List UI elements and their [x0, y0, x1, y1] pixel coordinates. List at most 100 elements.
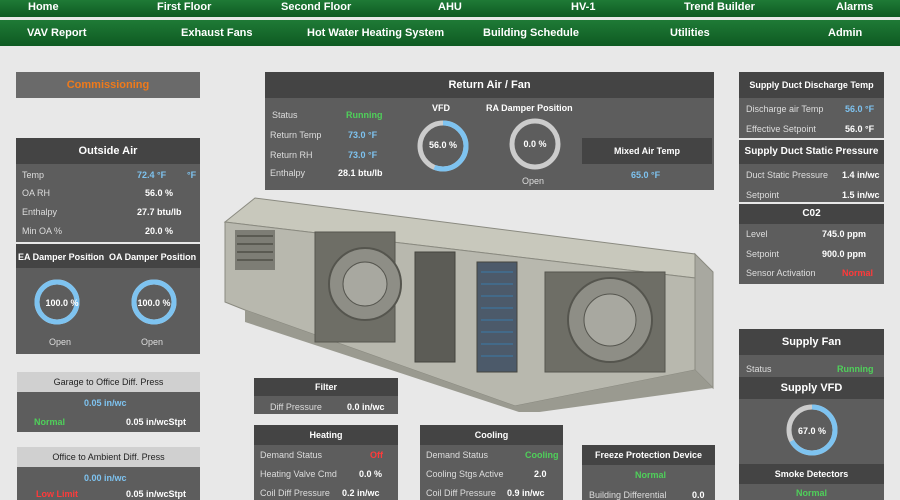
commissioning-button[interactable]: Commissioning: [16, 72, 200, 98]
ambient-title: Office to Ambient Diff. Press: [17, 447, 200, 467]
oa-temp-unit: °F: [187, 170, 197, 180]
outside-air-title: Outside Air: [16, 138, 200, 164]
co2-title: C02: [739, 204, 884, 224]
oa-temp-label: Temp: [22, 170, 45, 180]
garage-status: Normal: [34, 417, 66, 427]
freeze-status: Normal: [635, 470, 667, 480]
ambient-stpt: 0.05 in/wcStpt: [126, 489, 187, 499]
cooling-coil-value: 0.9 in/wc: [507, 488, 545, 498]
mixed-air-value: 65.0 °F: [631, 170, 661, 180]
heating-coil-label: Coil Diff Pressure: [260, 488, 330, 498]
cooling-coil-label: Coil Diff Pressure: [426, 488, 496, 498]
heating-valve-value: 0.0 %: [359, 469, 383, 479]
freeze-diff-label: Building Differential: [589, 490, 667, 500]
ra-status-value: Running: [346, 110, 383, 120]
nav-bar-bottom: VAV Report Exhaust Fans Hot Water Heatin…: [0, 20, 900, 46]
ra-enthalpy-label: Enthalpy: [270, 168, 306, 178]
supply-discharge-title: Supply Duct Discharge Temp: [739, 72, 884, 98]
ra-rh-value: 73.0 °F: [348, 150, 378, 160]
ra-damper-title: RA Damper Position: [486, 103, 573, 113]
return-fan-hub: [342, 261, 388, 307]
supply-vfd-value: 67.0 %: [797, 426, 827, 436]
ea-damper-title: EA Damper Position: [18, 252, 105, 262]
nav-home[interactable]: Home: [28, 0, 59, 14]
freeze-title: Freeze Protection Device: [582, 445, 715, 465]
nav-trend-builder[interactable]: Trend Builder: [684, 0, 755, 14]
vfd-value: 56.0 %: [428, 140, 458, 150]
filter-title: Filter: [254, 378, 398, 396]
ra-damper-state: Open: [522, 176, 545, 186]
nav-utilities[interactable]: Utilities: [670, 20, 710, 46]
nav-first-floor[interactable]: First Floor: [157, 0, 211, 14]
nav-hv1[interactable]: HV-1: [571, 0, 595, 14]
cooling-demand-label: Demand Status: [426, 450, 489, 460]
duct-static-label: Duct Static Pressure: [746, 170, 829, 180]
cooling-title: Cooling: [420, 425, 563, 445]
oa-damper-value: 100.0 %: [137, 298, 171, 308]
garage-stpt: 0.05 in/wcStpt: [126, 417, 187, 427]
co2-setpoint-label: Setpoint: [746, 249, 780, 259]
garage-title: Garage to Office Diff. Press: [17, 372, 200, 392]
nav-vav-report[interactable]: VAV Report: [27, 20, 87, 46]
nav-hot-water[interactable]: Hot Water Heating System: [307, 20, 444, 46]
discharge-temp-label: Discharge air Temp: [746, 104, 824, 114]
ra-temp-label: Return Temp: [270, 130, 322, 140]
ea-damper-value: 100.0 %: [45, 298, 79, 308]
oa-rh-label: OA RH: [22, 188, 51, 198]
co2-level-label: Level: [746, 229, 768, 239]
co2-level-value: 745.0 ppm: [822, 229, 867, 239]
supply-fan-status-label: Status: [746, 364, 772, 374]
filter-diff-value: 0.0 in/wc: [347, 402, 385, 412]
oa-rh-value: 56.0 %: [145, 188, 174, 198]
discharge-temp-value: 56.0 °F: [845, 104, 875, 114]
smoke-detectors-title: Smoke Detectors: [739, 464, 884, 484]
nav-exhaust-fans[interactable]: Exhaust Fans: [181, 20, 253, 46]
effective-setpoint-label: Effective Setpoint: [746, 124, 816, 134]
sensor-activation-value: Normal: [842, 268, 874, 278]
ra-enthalpy-value: 28.1 btu/lb: [338, 168, 383, 178]
oa-enthalpy-label: Enthalpy: [22, 207, 58, 217]
commissioning-label: Commissioning: [66, 79, 150, 91]
oa-temp-value: 72.4 °F: [137, 170, 167, 180]
oa-damper-state: Open: [141, 337, 164, 347]
ra-damper-value: 0.0 %: [523, 139, 547, 149]
cooling-demand-value: Cooling: [525, 450, 559, 460]
duct-static-value: 1.4 in/wc: [842, 170, 880, 180]
heating-demand-label: Demand Status: [260, 450, 323, 460]
ambient-status: Low Limit: [36, 489, 78, 499]
heating-title: Heating: [254, 425, 398, 445]
nav-building-schedule[interactable]: Building Schedule: [483, 20, 579, 46]
garage-value: 0.05 in/wc: [84, 398, 127, 408]
effective-setpoint-value: 56.0 °F: [845, 124, 875, 134]
smoke-detectors-status: Normal: [796, 488, 828, 498]
supply-fan-hub: [583, 293, 637, 347]
oa-enthalpy-value: 27.7 btu/lb: [137, 207, 182, 217]
supply-vfd-title: Supply VFD: [739, 377, 884, 399]
supply-fan-status-value: Running: [837, 364, 874, 374]
nav-ahu[interactable]: AHU: [438, 0, 462, 14]
oa-min-value: 20.0 %: [145, 226, 174, 236]
filter-diff-label: Diff Pressure: [270, 402, 322, 412]
vfd-title: VFD: [432, 103, 450, 113]
nav-second-floor[interactable]: Second Floor: [281, 0, 351, 14]
freeze-diff-value: 0.0: [692, 490, 705, 500]
sensor-activation-label: Sensor Activation: [746, 268, 816, 278]
heating-coil-value: 0.2 in/wc: [342, 488, 380, 498]
ra-rh-label: Return RH: [270, 150, 313, 160]
return-air-title: Return Air / Fan: [265, 72, 714, 98]
static-pressure-title: Supply Duct Static Pressure: [739, 140, 884, 164]
cooling-stages-value: 2.0: [534, 469, 547, 479]
nav-alarms[interactable]: Alarms: [836, 0, 873, 14]
static-setpoint-label: Setpoint: [746, 190, 780, 200]
static-setpoint-value: 1.5 in/wc: [842, 190, 880, 200]
co2-setpoint-value: 900.0 ppm: [822, 249, 867, 259]
oa-damper-title: OA Damper Position: [109, 252, 197, 262]
ea-damper-state: Open: [49, 337, 72, 347]
cooling-stages-label: Cooling Stgs Active: [426, 469, 504, 479]
nav-bar-top: Home First Floor Second Floor AHU HV-1 T…: [0, 0, 900, 17]
ambient-value: 0.00 in/wc: [84, 473, 127, 483]
nav-admin[interactable]: Admin: [828, 20, 862, 46]
heating-demand-value: Off: [370, 450, 383, 460]
oa-min-label: Min OA %: [22, 226, 63, 236]
mixed-air-title: Mixed Air Temp: [582, 138, 712, 164]
